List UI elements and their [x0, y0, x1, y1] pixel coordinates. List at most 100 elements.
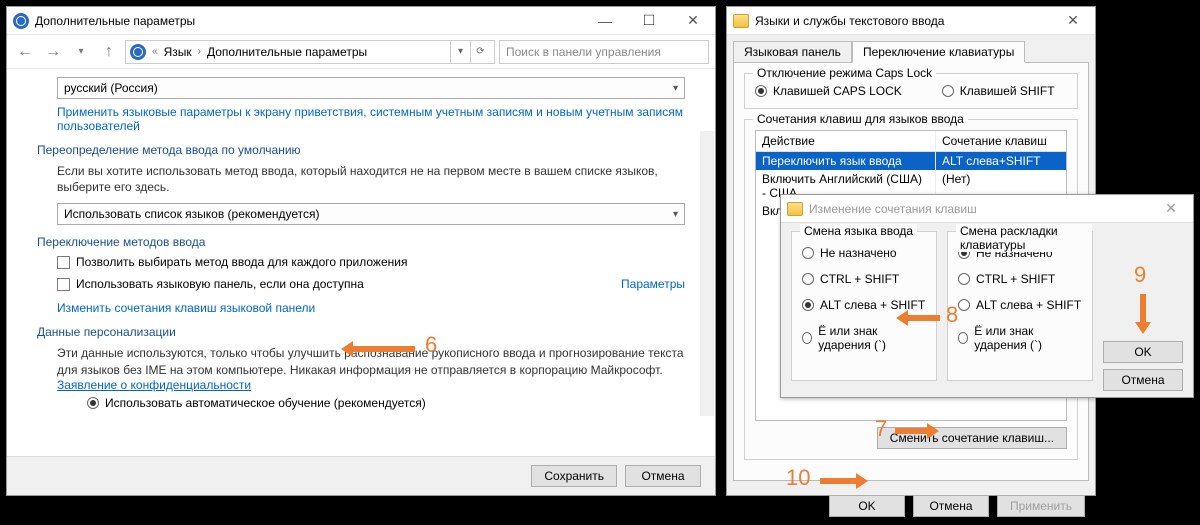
radio-accent[interactable]: Ё или знак ударения (`)	[802, 324, 926, 352]
scrollbar[interactable]	[700, 131, 714, 416]
checkbox-icon	[57, 256, 70, 269]
radio-alt-shift-2[interactable]: ALT слева + SHIFT	[958, 298, 1082, 312]
radio-icon	[87, 397, 99, 409]
cell-combo: ALT слева+SHIFT	[936, 152, 1066, 170]
language-switch-group: Смена языка ввода Не назначено CTRL + SH…	[791, 231, 937, 381]
radio-icon	[802, 273, 814, 285]
window-icon	[787, 202, 803, 216]
radio-icon	[802, 299, 814, 311]
chevron-down-icon: ▾	[673, 209, 678, 220]
radio-label: Использовать автоматическое обучение (ре…	[105, 396, 426, 410]
tab-language-bar[interactable]: Языковая панель	[733, 41, 852, 62]
table-header: Действие Сочетание клавиш	[756, 131, 1066, 152]
cancel-button[interactable]: Отмена	[625, 465, 701, 487]
per-app-checkbox[interactable]: Позволить выбирать метод ввода для каждо…	[57, 255, 685, 269]
radio-icon	[958, 273, 970, 285]
parameters-link[interactable]: Параметры	[621, 277, 685, 291]
radio-label: Не назначено	[820, 246, 897, 260]
radio-icon	[958, 299, 970, 311]
capslock-radio-caps[interactable]: Клавишей CAPS LOCK	[755, 84, 902, 98]
input-method-dropdown[interactable]: Использовать список языков (рекомендуетс…	[57, 203, 685, 225]
group-title: Сочетания клавиш для языков ввода	[753, 112, 968, 126]
close-button[interactable]: ✕	[671, 7, 715, 35]
section-heading: Переключение методов ввода	[37, 235, 685, 249]
apply-button[interactable]: Применить	[997, 495, 1085, 517]
language-dropdown[interactable]: русский (Россия) ▾	[57, 77, 685, 99]
radio-icon	[942, 85, 954, 97]
radio-label: Клавишей CAPS LOCK	[773, 84, 902, 98]
section-heading: Данные персонализации	[37, 325, 685, 339]
chevron-down-icon: ▾	[673, 83, 678, 94]
change-hotkeys-link[interactable]: Изменить сочетания клавиш языковой панел…	[57, 301, 315, 315]
language-bar-checkbox[interactable]: Использовать языковую панель, если она д…	[57, 277, 364, 291]
change-hotkey-dialog: Изменение сочетания клавиш ✕ Смена языка…	[780, 194, 1194, 398]
dialog-body: Смена языка ввода Не назначено CTRL + SH…	[781, 223, 1193, 401]
group-title: Смена языка ввода	[800, 224, 917, 238]
col-combo: Сочетание клавиш	[936, 131, 1066, 151]
nav-bar: ← → ▾ ↑ « Язык › Дополнительные параметр…	[7, 35, 715, 69]
radio-none[interactable]: Не назначено	[802, 246, 926, 260]
breadcrumb[interactable]: « Язык › Дополнительные параметры ▾ ⟳	[125, 40, 495, 64]
radio-accent-2[interactable]: Ё или знак ударения (`)	[958, 324, 1082, 352]
radio-label: Ё или знак ударения (`)	[974, 324, 1082, 352]
titlebar: Языки и службы текстового ввода ✕	[727, 7, 1095, 35]
back-button[interactable]: ←	[13, 40, 37, 64]
radio-label: Клавишей SHIFT	[960, 84, 1055, 98]
override-description: Если вы хотите использовать метод ввода,…	[57, 163, 685, 195]
privacy-link[interactable]: Заявление о конфиденциальности	[57, 378, 251, 392]
save-button[interactable]: Сохранить	[531, 465, 617, 487]
control-panel-icon	[130, 44, 146, 60]
advanced-params-window: Дополнительные параметры — ☐ ✕ ← → ▾ ↑ «…	[6, 6, 716, 496]
up-button[interactable]: ↑	[97, 40, 121, 64]
radio-label: CTRL + SHIFT	[976, 272, 1055, 286]
close-button[interactable]: ✕	[1051, 7, 1095, 35]
ok-button[interactable]: OK	[1103, 341, 1183, 363]
radio-ctrl-shift[interactable]: CTRL + SHIFT	[802, 272, 926, 286]
radio-icon	[958, 332, 968, 344]
ok-button[interactable]: OK	[829, 495, 905, 517]
footer: OK Отмена Применить	[727, 487, 1095, 525]
checkbox-label: Позволить выбирать метод ввода для каждо…	[76, 255, 407, 269]
capslock-radio-shift[interactable]: Клавишей SHIFT	[942, 84, 1055, 98]
capslock-group: Отключение режима Caps Lock Клавишей CAP…	[744, 73, 1078, 109]
layout-switch-group: Смена раскладки клавиатуры Не назначено …	[947, 231, 1093, 381]
radio-label: ALT слева + SHIFT	[820, 298, 925, 312]
cancel-button[interactable]: Отмена	[1103, 369, 1183, 391]
maximize-button[interactable]: ☐	[627, 7, 671, 35]
breadcrumb-item[interactable]: Дополнительные параметры	[207, 45, 367, 59]
dialog-buttons: OK Отмена	[1103, 231, 1183, 391]
window-icon	[733, 14, 749, 28]
close-button[interactable]: ✕	[1149, 195, 1193, 223]
forward-button[interactable]: →	[41, 40, 65, 64]
dropdown-value: Использовать список языков (рекомендуетс…	[64, 207, 320, 221]
minimize-button[interactable]: —	[583, 7, 627, 35]
recent-dropdown[interactable]: ▾	[69, 40, 93, 64]
radio-icon	[755, 85, 767, 97]
cancel-button[interactable]: Отмена	[913, 495, 989, 517]
search-input[interactable]: Поиск в панели управления	[499, 40, 709, 64]
footer: Сохранить Отмена	[7, 456, 715, 495]
breadcrumb-item[interactable]: Язык	[164, 45, 192, 59]
search-placeholder: Поиск в панели управления	[506, 45, 661, 59]
personalization-description: Эти данные используются, только чтобы ул…	[57, 345, 685, 377]
radio-label: ALT слева + SHIFT	[976, 298, 1081, 312]
content-area: русский (Россия) ▾ Применить языковые па…	[7, 69, 715, 456]
refresh-button[interactable]: ⟳	[470, 41, 490, 63]
radio-icon	[802, 332, 812, 344]
auto-learn-radio[interactable]: Использовать автоматическое обучение (ре…	[87, 396, 685, 410]
radio-icon	[802, 247, 814, 259]
chevron-right-icon: ›	[196, 46, 203, 57]
tab-keyboard-switching[interactable]: Переключение клавиатуры	[852, 41, 1025, 63]
tab-bar: Языковая панель Переключение клавиатуры	[727, 35, 1095, 62]
window-title: Языки и службы текстового ввода	[755, 14, 944, 28]
apply-to-welcome-link[interactable]: Применить языковые параметры к экрану пр…	[57, 105, 683, 133]
radio-alt-shift[interactable]: ALT слева + SHIFT	[802, 298, 926, 312]
window-title: Изменение сочетания клавиш	[809, 202, 977, 216]
breadcrumb-dropdown[interactable]: ▾	[450, 41, 470, 63]
col-action: Действие	[756, 131, 936, 151]
checkbox-icon	[57, 278, 70, 291]
window-icon	[13, 13, 29, 29]
table-row[interactable]: Переключить язык ввода ALT слева+SHIFT	[756, 152, 1066, 170]
change-hotkey-button[interactable]: Сменить сочетание клавиш...	[877, 427, 1067, 449]
radio-ctrl-shift-2[interactable]: CTRL + SHIFT	[958, 272, 1082, 286]
